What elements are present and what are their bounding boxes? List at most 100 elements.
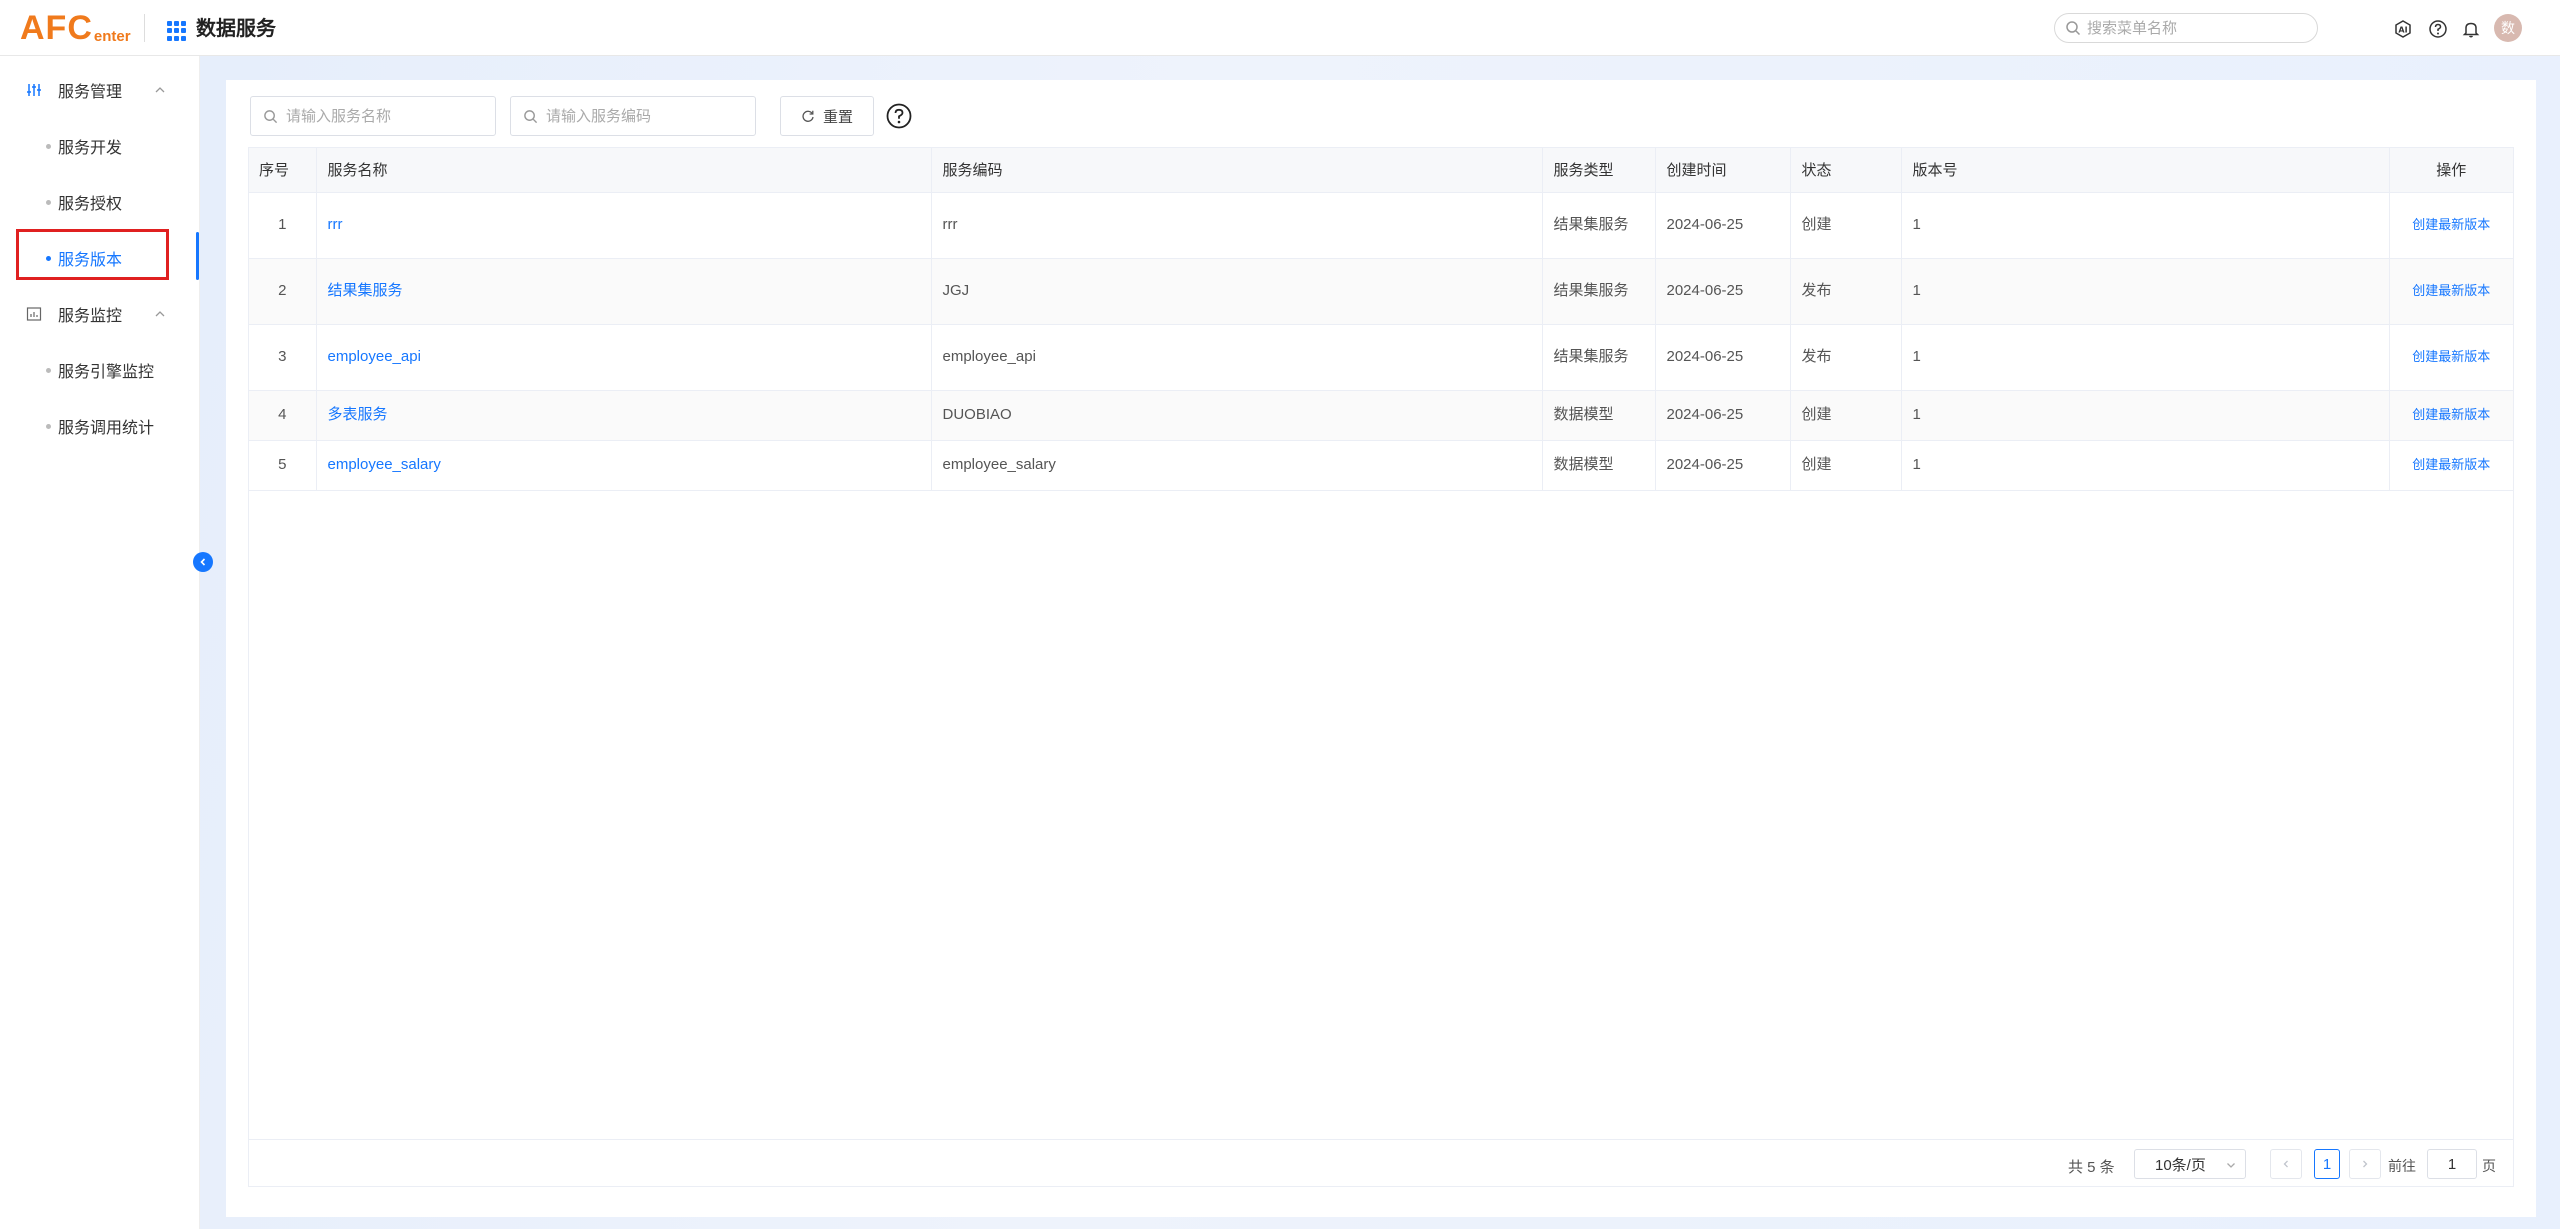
bell-icon[interactable] xyxy=(2461,19,2481,39)
chevron-left-icon xyxy=(200,558,206,566)
apps-grid-icon[interactable] xyxy=(167,21,187,41)
cell-seq: 2 xyxy=(249,258,317,325)
sidebar-group-service-management[interactable]: 服务管理 xyxy=(0,72,200,108)
sidebar-item-service-auth[interactable]: 服务授权 xyxy=(0,184,200,220)
cell-version: 1 xyxy=(1901,258,2390,325)
cell-status: 创建 xyxy=(1790,390,1902,441)
page-suffix: 页 xyxy=(2482,1158,2496,1174)
column-header: 操作 xyxy=(2389,148,2513,193)
cell-service-type: 数据模型 xyxy=(1542,440,1656,491)
page-number-current[interactable]: 1 xyxy=(2314,1149,2340,1179)
sidebar-item-call-stats[interactable]: 服务调用统计 xyxy=(0,408,200,444)
prev-page-button[interactable] xyxy=(2270,1149,2302,1179)
table-row: 5 employee_salary employee_salary 数据模型 2… xyxy=(249,440,2513,491)
sidebar-group-label: 服务监控 xyxy=(58,308,123,325)
chevron-up-icon xyxy=(155,87,165,93)
column-header: 状态 xyxy=(1790,148,1902,193)
next-page-button[interactable] xyxy=(2349,1149,2381,1179)
sidebar-group-label: 服务管理 xyxy=(58,84,123,101)
chart-icon xyxy=(26,307,42,321)
cell-service-name-link[interactable]: rrr xyxy=(316,192,932,259)
top-header: AFC enter 数据服务 AI 数 xyxy=(0,0,2560,56)
bullet-dot xyxy=(46,423,51,429)
cell-service-type: 数据模型 xyxy=(1542,390,1656,441)
cell-seq: 3 xyxy=(249,324,317,391)
table-row: 3 employee_api employee_api 结果集服务 2024-0… xyxy=(249,324,2513,391)
cell-status: 创建 xyxy=(1790,440,1902,491)
help-icon[interactable] xyxy=(886,103,912,129)
logo-big-text: AFC xyxy=(20,9,93,47)
column-header: 创建时间 xyxy=(1655,148,1791,193)
afcenter-logo[interactable]: AFC enter xyxy=(20,8,131,48)
cell-created-date: 2024-06-25 xyxy=(1655,440,1791,491)
cell-service-type: 结果集服务 xyxy=(1542,324,1656,391)
cell-service-name-link[interactable]: employee_api xyxy=(316,324,932,391)
service-name-input[interactable] xyxy=(286,107,486,125)
sidebar-item-engine-monitor[interactable]: 服务引擎监控 xyxy=(0,352,200,388)
menu-search[interactable] xyxy=(2054,13,2318,43)
cell-created-date: 2024-06-25 xyxy=(1655,390,1791,441)
sidebar-item-label: 服务调用统计 xyxy=(58,420,155,437)
service-code-search[interactable] xyxy=(510,96,756,136)
cell-seq: 5 xyxy=(249,440,317,491)
create-latest-version-link[interactable]: 创建最新版本 xyxy=(2389,440,2513,491)
search-icon xyxy=(2066,21,2081,36)
avatar[interactable]: 数 xyxy=(2494,14,2522,42)
create-latest-version-link[interactable]: 创建最新版本 xyxy=(2389,258,2513,325)
help-icon[interactable] xyxy=(2428,19,2448,39)
cell-status: 创建 xyxy=(1790,192,1902,259)
cell-service-code: employee_salary xyxy=(931,440,1543,491)
chevron-right-icon xyxy=(2363,1160,2368,1168)
cell-status: 发布 xyxy=(1790,258,1902,325)
cell-version: 1 xyxy=(1901,324,2390,391)
sidebar-item-label: 服务开发 xyxy=(58,140,123,157)
search-icon xyxy=(524,109,538,123)
sidebar-group-service-monitor[interactable]: 服务监控 xyxy=(0,296,200,332)
cell-service-code: DUOBIAO xyxy=(931,390,1543,441)
goto-page-input[interactable] xyxy=(2427,1149,2477,1179)
cell-version: 1 xyxy=(1901,390,2390,441)
sidebar-collapse-button[interactable] xyxy=(193,552,213,572)
create-latest-version-link[interactable]: 创建最新版本 xyxy=(2389,324,2513,391)
create-latest-version-link[interactable]: 创建最新版本 xyxy=(2389,390,2513,441)
cell-service-type: 结果集服务 xyxy=(1542,258,1656,325)
page-size-value: 10条/页 xyxy=(2155,1156,2206,1174)
cell-created-date: 2024-06-25 xyxy=(1655,324,1791,391)
cell-service-code: employee_api xyxy=(931,324,1543,391)
chevron-down-icon xyxy=(2227,1163,2235,1168)
table-row: 1 rrr rrr 结果集服务 2024-06-25 创建 1 创建最新版本 xyxy=(249,192,2513,259)
cell-created-date: 2024-06-25 xyxy=(1655,192,1791,259)
service-name-search[interactable] xyxy=(250,96,496,136)
cell-version: 1 xyxy=(1901,192,2390,259)
active-indicator-bar xyxy=(196,232,199,280)
column-header: 服务类型 xyxy=(1542,148,1656,193)
column-header: 服务编码 xyxy=(931,148,1543,193)
bullet-dot xyxy=(46,143,51,149)
sliders-icon xyxy=(27,84,41,96)
menu-search-input[interactable] xyxy=(2087,19,2287,37)
create-latest-version-link[interactable]: 创建最新版本 xyxy=(2389,192,2513,259)
table-row: 2 结果集服务 JGJ 结果集服务 2024-06-25 发布 1 创建最新版本 xyxy=(249,258,2513,325)
service-code-input[interactable] xyxy=(546,107,746,125)
reset-button-label: 重置 xyxy=(822,108,853,126)
sidebar-item-service-dev[interactable]: 服务开发 xyxy=(0,128,200,164)
cell-created-date: 2024-06-25 xyxy=(1655,258,1791,325)
cell-service-code: rrr xyxy=(931,192,1543,259)
table-row: 4 多表服务 DUOBIAO 数据模型 2024-06-25 创建 1 创建最新… xyxy=(249,390,2513,441)
bullet-dot xyxy=(46,367,51,373)
column-header: 服务名称 xyxy=(316,148,932,193)
reset-button[interactable]: 重置 xyxy=(780,96,874,136)
highlight-box xyxy=(16,229,169,280)
cell-service-name-link[interactable]: employee_salary xyxy=(316,440,932,491)
svg-text:AI: AI xyxy=(2398,26,2407,35)
cell-seq: 4 xyxy=(249,390,317,441)
bullet-dot xyxy=(46,199,51,205)
ai-icon[interactable]: AI xyxy=(2393,19,2413,39)
cell-service-type: 结果集服务 xyxy=(1542,192,1656,259)
chevron-left-icon xyxy=(2283,1160,2288,1168)
page-size-select[interactable]: 10条/页 xyxy=(2134,1149,2246,1179)
cell-service-name-link[interactable]: 结果集服务 xyxy=(316,258,932,325)
table-header-row: 序号 服务名称 服务编码 服务类型 创建时间 状态 版本号 操作 xyxy=(249,148,2513,193)
cell-service-name-link[interactable]: 多表服务 xyxy=(316,390,932,441)
cell-version: 1 xyxy=(1901,440,2390,491)
